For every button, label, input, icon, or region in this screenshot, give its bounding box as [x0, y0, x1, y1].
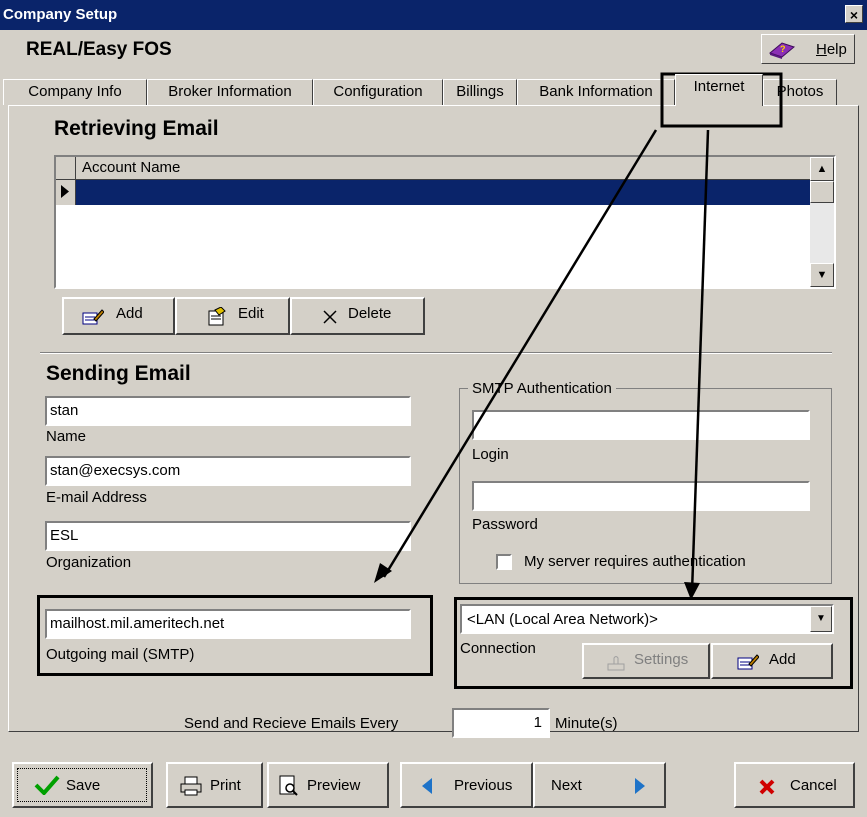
connection-settings-label: Settings	[634, 651, 689, 668]
scroll-thumb[interactable]	[810, 181, 834, 203]
scroll-down-icon[interactable]: ▼	[810, 263, 834, 287]
login-label: Login	[472, 446, 509, 463]
add-account-button[interactable]: Add	[62, 297, 175, 335]
delete-account-label: Delete	[348, 305, 392, 322]
company-setup-window: Company Setup × REAL/Easy FOS ? Help Com…	[0, 0, 867, 817]
password-label: Password	[472, 516, 538, 533]
preview-button[interactable]: Preview	[267, 762, 389, 808]
grid-scrollbar[interactable]: ▲ ▼	[810, 157, 834, 287]
window-title: Company Setup	[3, 6, 118, 23]
edit-icon	[208, 307, 226, 326]
password-field[interactable]	[472, 481, 810, 511]
requires-auth-label: My server requires authentication	[524, 553, 746, 570]
bottom-toolbar: Save Print Preview Previous Next Cancel	[0, 757, 867, 817]
schedule-label: Send and Recieve Emails Every	[184, 715, 399, 732]
settings-icon	[607, 656, 625, 671]
checkmark-icon	[34, 775, 60, 795]
section-divider	[40, 352, 832, 354]
organization-label: Organization	[46, 554, 132, 571]
edit-account-label: Edit	[238, 305, 264, 322]
svg-text:?: ?	[780, 44, 786, 54]
connection-add-button[interactable]: Add	[711, 643, 833, 679]
chevron-down-icon[interactable]: ▼	[810, 606, 832, 632]
row-indicator	[56, 180, 76, 205]
organization-field[interactable]: ESL	[45, 521, 411, 551]
add-icon	[82, 309, 104, 325]
app-name: REAL/Easy FOS	[26, 39, 172, 60]
row-pointer-icon	[61, 185, 69, 198]
tab-internet[interactable]: Internet	[675, 74, 763, 106]
save-label: Save	[66, 777, 101, 794]
requires-auth-checkbox[interactable]	[496, 554, 512, 570]
tab-photos[interactable]: Photos	[763, 79, 837, 105]
connection-value: <LAN (Local Area Network)>	[467, 611, 658, 628]
tab-broker-information[interactable]: Broker Information	[147, 79, 313, 105]
next-button[interactable]: Next	[533, 762, 666, 808]
tab-label: Billings	[456, 83, 504, 100]
tab-bank-information[interactable]: Bank Information	[517, 79, 675, 105]
edit-account-button[interactable]: Edit	[175, 297, 290, 335]
tab-label: Photos	[776, 83, 824, 100]
tab-company-info[interactable]: Company Info	[3, 79, 147, 105]
name-label: Name	[46, 428, 87, 445]
close-button[interactable]: ×	[845, 5, 863, 23]
cancel-label: Cancel	[790, 777, 837, 794]
previous-button[interactable]: Previous	[400, 762, 533, 808]
grid-corner	[56, 157, 76, 179]
add-account-label: Add	[116, 305, 143, 322]
help-label-rest: elp	[826, 41, 847, 58]
delete-account-button[interactable]: Delete	[290, 297, 425, 335]
login-field[interactable]	[472, 410, 810, 440]
preview-label: Preview	[307, 777, 361, 794]
arrow-left-icon	[422, 778, 432, 794]
connection-dropdown[interactable]: <LAN (Local Area Network)> ▼	[460, 604, 834, 634]
tab-label: Broker Information	[168, 83, 292, 100]
outgoing-mail-label: Outgoing mail (SMTP)	[46, 646, 195, 663]
grid-header: Account Name	[56, 157, 810, 180]
smtp-authentication-title: SMTP Authentication	[468, 380, 616, 397]
next-label: Next	[551, 777, 582, 794]
tab-label: Internet	[693, 78, 745, 95]
column-header-account-name[interactable]: Account Name	[82, 159, 180, 176]
cancel-x-icon	[759, 779, 775, 795]
tab-label: Configuration	[333, 83, 423, 100]
selected-row[interactable]	[76, 180, 810, 205]
account-grid[interactable]: Account Name ▲ ▼	[54, 155, 836, 289]
connection-settings-button[interactable]: Settings	[582, 643, 710, 679]
help-book-icon: ?	[768, 42, 796, 59]
connection-add-label: Add	[769, 651, 796, 668]
scroll-up-icon[interactable]: ▲	[810, 157, 834, 181]
title-bar: Company Setup ×	[0, 0, 867, 30]
arrow-right-icon	[635, 778, 645, 794]
preview-icon	[279, 775, 298, 796]
tab-strip: Company Info Broker Information Configur…	[0, 72, 867, 106]
save-button[interactable]: Save	[12, 762, 153, 808]
sending-email-heading: Sending Email	[46, 362, 191, 385]
interval-unit: Minute(s)	[555, 715, 618, 732]
tab-label: Company Info	[28, 83, 122, 100]
outgoing-mail-field[interactable]: mailhost.mil.ameritech.net	[45, 609, 411, 639]
previous-label: Previous	[454, 777, 513, 794]
help-label: Help	[816, 41, 847, 58]
help-button[interactable]: ? Help	[761, 34, 855, 64]
print-label: Print	[210, 777, 241, 794]
connection-label: Connection	[460, 640, 536, 657]
email-address-label: E-mail Address	[46, 489, 147, 506]
tab-configuration[interactable]: Configuration	[313, 79, 443, 105]
printer-icon	[180, 776, 202, 796]
cancel-button[interactable]: Cancel	[734, 762, 855, 808]
email-address-field[interactable]: stan@execsys.com	[45, 456, 411, 486]
tab-label: Bank Information	[539, 83, 653, 100]
add-icon	[737, 654, 759, 670]
name-field[interactable]: stan	[45, 396, 411, 426]
print-button[interactable]: Print	[166, 762, 263, 808]
interval-field[interactable]: 1	[452, 708, 550, 738]
app-header: REAL/Easy FOS ? Help	[0, 30, 867, 67]
delete-icon	[323, 310, 337, 324]
retrieving-email-heading: Retrieving Email	[54, 117, 219, 140]
tab-billings[interactable]: Billings	[443, 79, 517, 105]
